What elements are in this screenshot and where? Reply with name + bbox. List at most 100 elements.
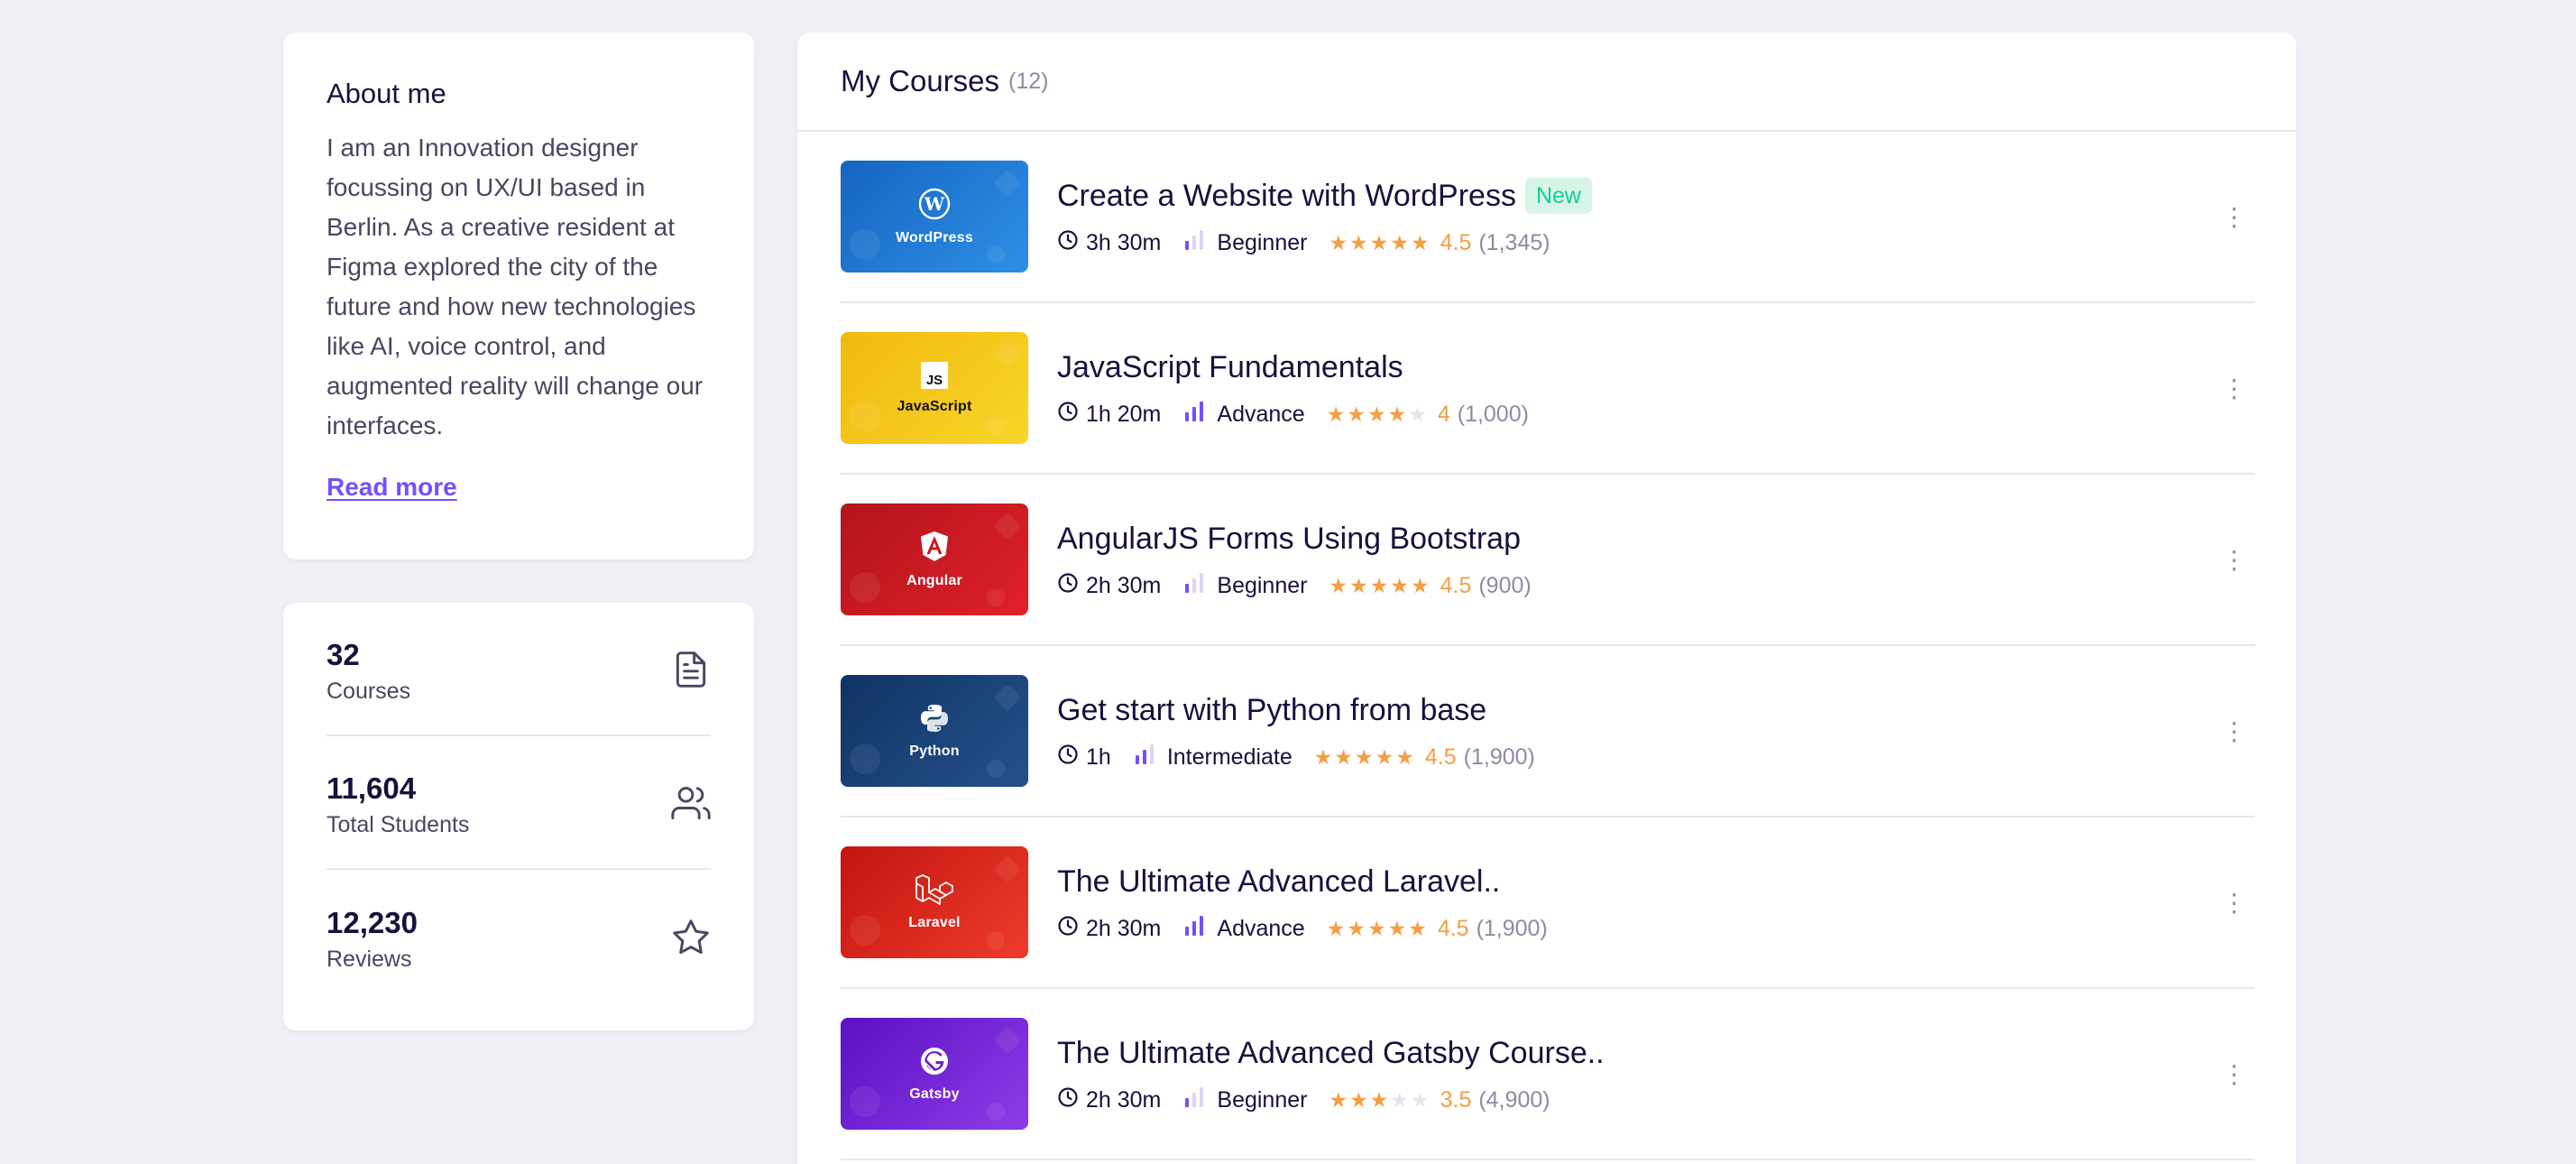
more-options-icon[interactable]: ⋮	[2221, 203, 2248, 231]
rating-stars: ★ ★ ★ ★ ★	[1327, 917, 1429, 941]
course-row-4[interactable]: Python Get start with Python from base 1…	[841, 646, 2255, 818]
course-thumbnail[interactable]: W WordPress	[841, 161, 1028, 273]
course-thumbnail[interactable]: Gatsby	[841, 1018, 1028, 1130]
star-filled-icon: ★	[1387, 402, 1407, 426]
course-rating: 4.5	[1424, 744, 1457, 770]
python-icon	[919, 703, 950, 738]
more-options-icon[interactable]: ⋮	[2221, 1060, 2248, 1088]
star-filled-icon: ★	[1366, 916, 1386, 940]
star-filled-icon: ★	[1355, 744, 1374, 769]
star-filled-icon: ★	[1375, 744, 1394, 769]
course-title[interactable]: Get start with Python from base	[1057, 690, 1486, 730]
course-row-2[interactable]: JS JavaScript JavaScript Fundamentals 1h…	[841, 303, 2255, 475]
read-more-link[interactable]: Read more	[327, 473, 457, 502]
courses-header: My Courses (12)	[797, 32, 2296, 132]
rating-stars: ★ ★ ★ ★ ★	[1327, 402, 1429, 427]
more-options-icon[interactable]: ⋮	[2221, 717, 2248, 745]
level-bars-icon	[1161, 400, 1217, 430]
courses-card: My Courses (12) W WordPress Create a Web…	[797, 32, 2296, 1164]
course-rating: 4.5	[1440, 229, 1472, 255]
course-row-3[interactable]: Angular AngularJS Forms Using Bootstrap …	[841, 475, 2255, 646]
course-meta: 1h 20m Advance ★ ★ ★ ★ ★ 4 (1,000)	[1057, 400, 2255, 430]
rating-stars: ★ ★ ★ ★ ★	[1329, 231, 1431, 255]
thumbnail-label: Gatsby	[909, 1085, 960, 1102]
course-level: Intermediate	[1166, 744, 1293, 770]
thumbnail-label: JavaScript	[897, 398, 972, 414]
clock-icon	[1057, 401, 1086, 429]
course-rating: 4.5	[1437, 915, 1469, 941]
star-filled-icon: ★	[1395, 744, 1414, 769]
new-badge: New	[1524, 177, 1592, 214]
course-level: Beginner	[1217, 572, 1308, 598]
star-filled-icon: ★	[1326, 916, 1346, 940]
course-rating: 4.5	[1440, 572, 1472, 598]
users-icon	[671, 783, 711, 827]
star-filled-icon: ★	[1349, 1087, 1368, 1112]
course-reviews: (1,900)	[1463, 744, 1535, 770]
course-thumbnail[interactable]: Angular	[841, 503, 1028, 615]
course-row-1[interactable]: W WordPress Create a Website with WordPr…	[841, 132, 2255, 303]
course-title[interactable]: JavaScript Fundamentals	[1057, 347, 1403, 387]
course-duration: 1h 20m	[1086, 401, 1162, 427]
course-meta: 2h 30m Beginner ★ ★ ★ ★ ★ 3.5 (4,900)	[1057, 1085, 2255, 1115]
course-thumbnail[interactable]: Laravel	[841, 846, 1028, 958]
level-bars-icon	[1161, 228, 1217, 258]
star-filled-icon: ★	[1390, 573, 1409, 597]
stat-value: 12,230	[327, 906, 418, 939]
course-reviews: (900)	[1478, 572, 1532, 598]
star-filled-icon: ★	[1369, 1087, 1389, 1112]
star-filled-icon: ★	[1410, 230, 1430, 254]
courses-count: (12)	[1008, 68, 1049, 94]
more-options-icon[interactable]: ⋮	[2221, 889, 2248, 917]
course-reviews: (4,900)	[1478, 1086, 1550, 1113]
course-reviews: (1,000)	[1457, 401, 1529, 427]
star-empty-icon: ★	[1410, 1087, 1430, 1112]
star-filled-icon: ★	[1329, 1087, 1348, 1112]
more-options-icon[interactable]: ⋮	[2221, 374, 2248, 402]
course-row-6[interactable]: Gatsby The Ultimate Advanced Gatsby Cour…	[841, 989, 2255, 1160]
stat-courses: 32 Courses	[327, 603, 711, 736]
star-filled-icon: ★	[1369, 573, 1389, 597]
about-card: About me I am an Innovation designer foc…	[283, 32, 754, 559]
course-thumbnail[interactable]: Python	[841, 675, 1028, 787]
thumbnail-label: Angular	[906, 572, 962, 588]
course-level: Advance	[1217, 401, 1305, 427]
thumbnail-label: WordPress	[896, 229, 973, 245]
star-filled-icon: ★	[1366, 402, 1386, 426]
level-bars-icon	[1111, 743, 1167, 772]
star-filled-icon: ★	[1313, 744, 1333, 769]
stat-label: Total Students	[327, 812, 470, 837]
star-empty-icon: ★	[1390, 1087, 1409, 1112]
course-duration: 2h 30m	[1086, 572, 1162, 598]
star-filled-icon: ★	[1326, 402, 1346, 426]
course-level: Beginner	[1217, 1086, 1308, 1113]
course-row-5[interactable]: Laravel The Ultimate Advanced Laravel.. …	[841, 818, 2255, 989]
course-duration: 2h 30m	[1086, 1086, 1162, 1113]
level-bars-icon	[1161, 1085, 1217, 1115]
clock-icon	[1057, 915, 1086, 943]
star-filled-icon: ★	[1410, 573, 1430, 597]
more-options-icon[interactable]: ⋮	[2221, 546, 2248, 574]
star-filled-icon: ★	[1387, 916, 1407, 940]
star-filled-icon: ★	[1347, 916, 1366, 940]
star-filled-icon: ★	[1369, 230, 1389, 254]
course-title[interactable]: AngularJS Forms Using Bootstrap	[1057, 519, 1521, 559]
course-title[interactable]: The Ultimate Advanced Laravel..	[1057, 862, 1500, 901]
stat-label: Reviews	[327, 947, 412, 972]
stat-reviews: 12,230 Reviews	[327, 870, 711, 1003]
course-title[interactable]: The Ultimate Advanced Gatsby Course..	[1057, 1033, 1605, 1073]
course-level: Beginner	[1217, 229, 1308, 255]
course-thumbnail[interactable]: JS JavaScript	[841, 332, 1028, 444]
clock-icon	[1057, 1086, 1086, 1114]
rating-stars: ★ ★ ★ ★ ★	[1329, 574, 1431, 598]
clock-icon	[1057, 744, 1086, 771]
course-rating: 4	[1437, 401, 1450, 427]
svg-text:JS: JS	[926, 373, 943, 388]
star-filled-icon: ★	[1408, 916, 1427, 940]
course-title[interactable]: Create a Website with WordPress	[1057, 176, 1516, 216]
course-level: Advance	[1217, 915, 1305, 941]
rating-stars: ★ ★ ★ ★ ★	[1314, 745, 1416, 770]
course-meta: 2h 30m Beginner ★ ★ ★ ★ ★ 4.5 (900)	[1057, 571, 2255, 601]
course-rating: 3.5	[1440, 1086, 1472, 1113]
courses-title: My Courses	[841, 64, 1000, 97]
